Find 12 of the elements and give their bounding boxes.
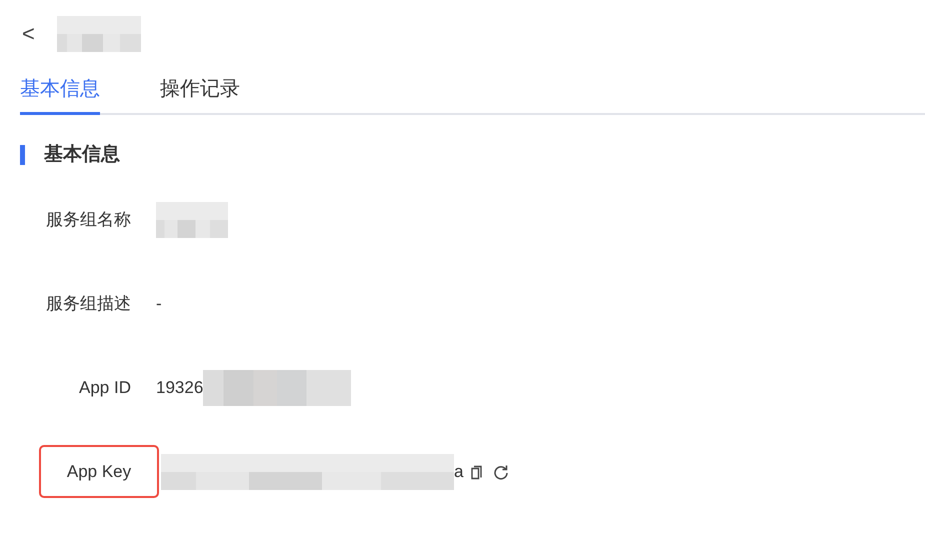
section-title: 基本信息 <box>44 143 120 167</box>
field-value: 19326 <box>156 376 204 399</box>
tab[interactable]: 基本信息 <box>20 74 100 115</box>
field-value: - <box>156 292 162 315</box>
field-value: a <box>454 460 464 483</box>
field-label: App Key <box>41 446 157 496</box>
section-marker <box>20 145 25 166</box>
tab[interactable]: 操作记录 <box>160 74 240 115</box>
back-button[interactable]: < <box>20 23 41 45</box>
field-label: App ID <box>78 376 131 399</box>
field-label: 服务组描述 <box>45 292 131 315</box>
field-label: 服务组名称 <box>45 208 131 231</box>
